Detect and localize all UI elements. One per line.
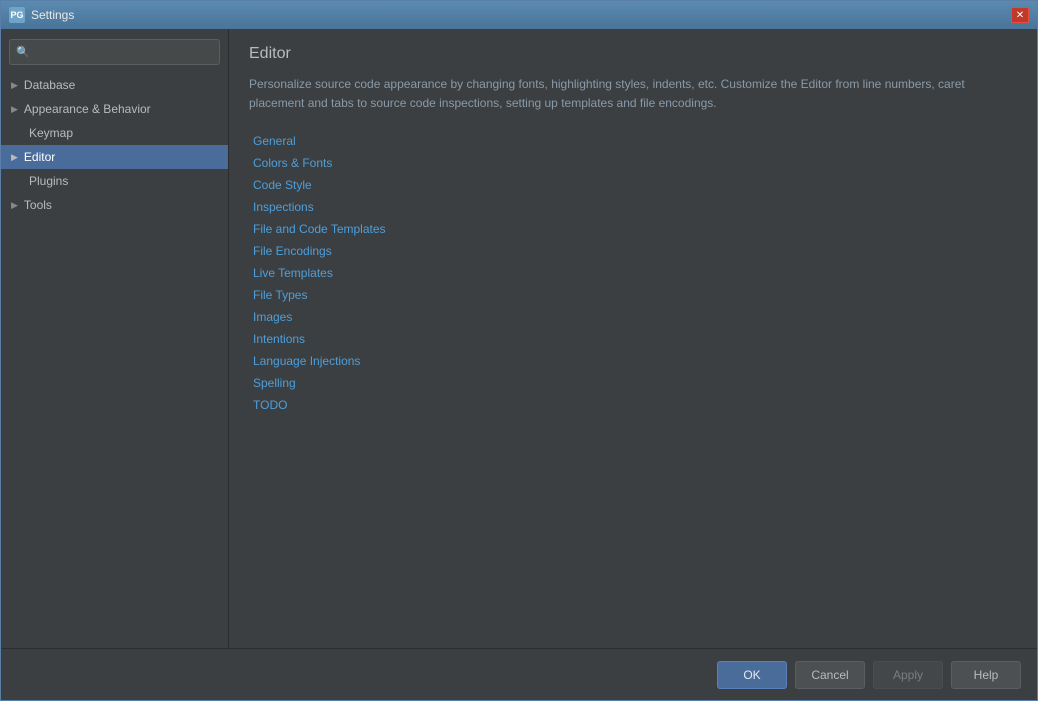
sidebar-item-label: Database [24,78,75,92]
search-box[interactable]: 🔍 [9,39,220,65]
arrow-icon: ▶ [11,152,18,163]
sidebar-item-label: Tools [24,198,52,212]
sidebar-item-editor[interactable]: ▶ Editor [1,145,228,169]
sidebar-item-plugins[interactable]: Plugins [1,169,228,193]
arrow-icon: ▶ [11,80,18,91]
link-intentions[interactable]: Intentions [249,329,1017,349]
panel-title: Editor [249,45,1017,63]
content-area: 🔍 ▶ Database ▶ Appearance & Behavior Key… [1,29,1037,648]
link-todo[interactable]: TODO [249,395,1017,415]
arrow-icon: ▶ [11,200,18,211]
app-icon: PG [9,7,25,23]
link-file-types[interactable]: File Types [249,285,1017,305]
link-file-encodings[interactable]: File Encodings [249,241,1017,261]
link-inspections[interactable]: Inspections [249,197,1017,217]
panel-description: Personalize source code appearance by ch… [249,75,1017,113]
link-spelling[interactable]: Spelling [249,373,1017,393]
apply-button[interactable]: Apply [873,661,943,689]
sidebar-item-appearance[interactable]: ▶ Appearance & Behavior [1,97,228,121]
sidebar-item-database[interactable]: ▶ Database [1,73,228,97]
sidebar-item-label: Editor [24,150,55,164]
close-button[interactable]: ✕ [1011,7,1029,23]
help-button[interactable]: Help [951,661,1021,689]
sidebar-item-label: Plugins [29,174,68,188]
sidebar-item-tools[interactable]: ▶ Tools [1,193,228,217]
search-icon: 🔍 [16,46,30,59]
link-images[interactable]: Images [249,307,1017,327]
sidebar-item-keymap[interactable]: Keymap [1,121,228,145]
link-live-templates[interactable]: Live Templates [249,263,1017,283]
main-panel: Editor Personalize source code appearanc… [229,29,1037,648]
cancel-button[interactable]: Cancel [795,661,865,689]
arrow-icon: ▶ [11,104,18,115]
link-general[interactable]: General [249,131,1017,151]
sidebar-item-label: Keymap [29,126,73,140]
window-title: Settings [31,8,1011,22]
link-colors-fonts[interactable]: Colors & Fonts [249,153,1017,173]
title-bar: PG Settings ✕ [1,1,1037,29]
settings-window: PG Settings ✕ 🔍 ▶ Database ▶ Appearance … [0,0,1038,701]
sidebar-item-label: Appearance & Behavior [24,102,151,116]
search-input[interactable] [9,39,220,65]
editor-link-list: General Colors & Fonts Code Style Inspec… [249,131,1017,415]
sidebar: 🔍 ▶ Database ▶ Appearance & Behavior Key… [1,29,229,648]
link-file-code-templates[interactable]: File and Code Templates [249,219,1017,239]
ok-button[interactable]: OK [717,661,787,689]
link-code-style[interactable]: Code Style [249,175,1017,195]
footer: OK Cancel Apply Help [1,648,1037,700]
link-language-injections[interactable]: Language Injections [249,351,1017,371]
